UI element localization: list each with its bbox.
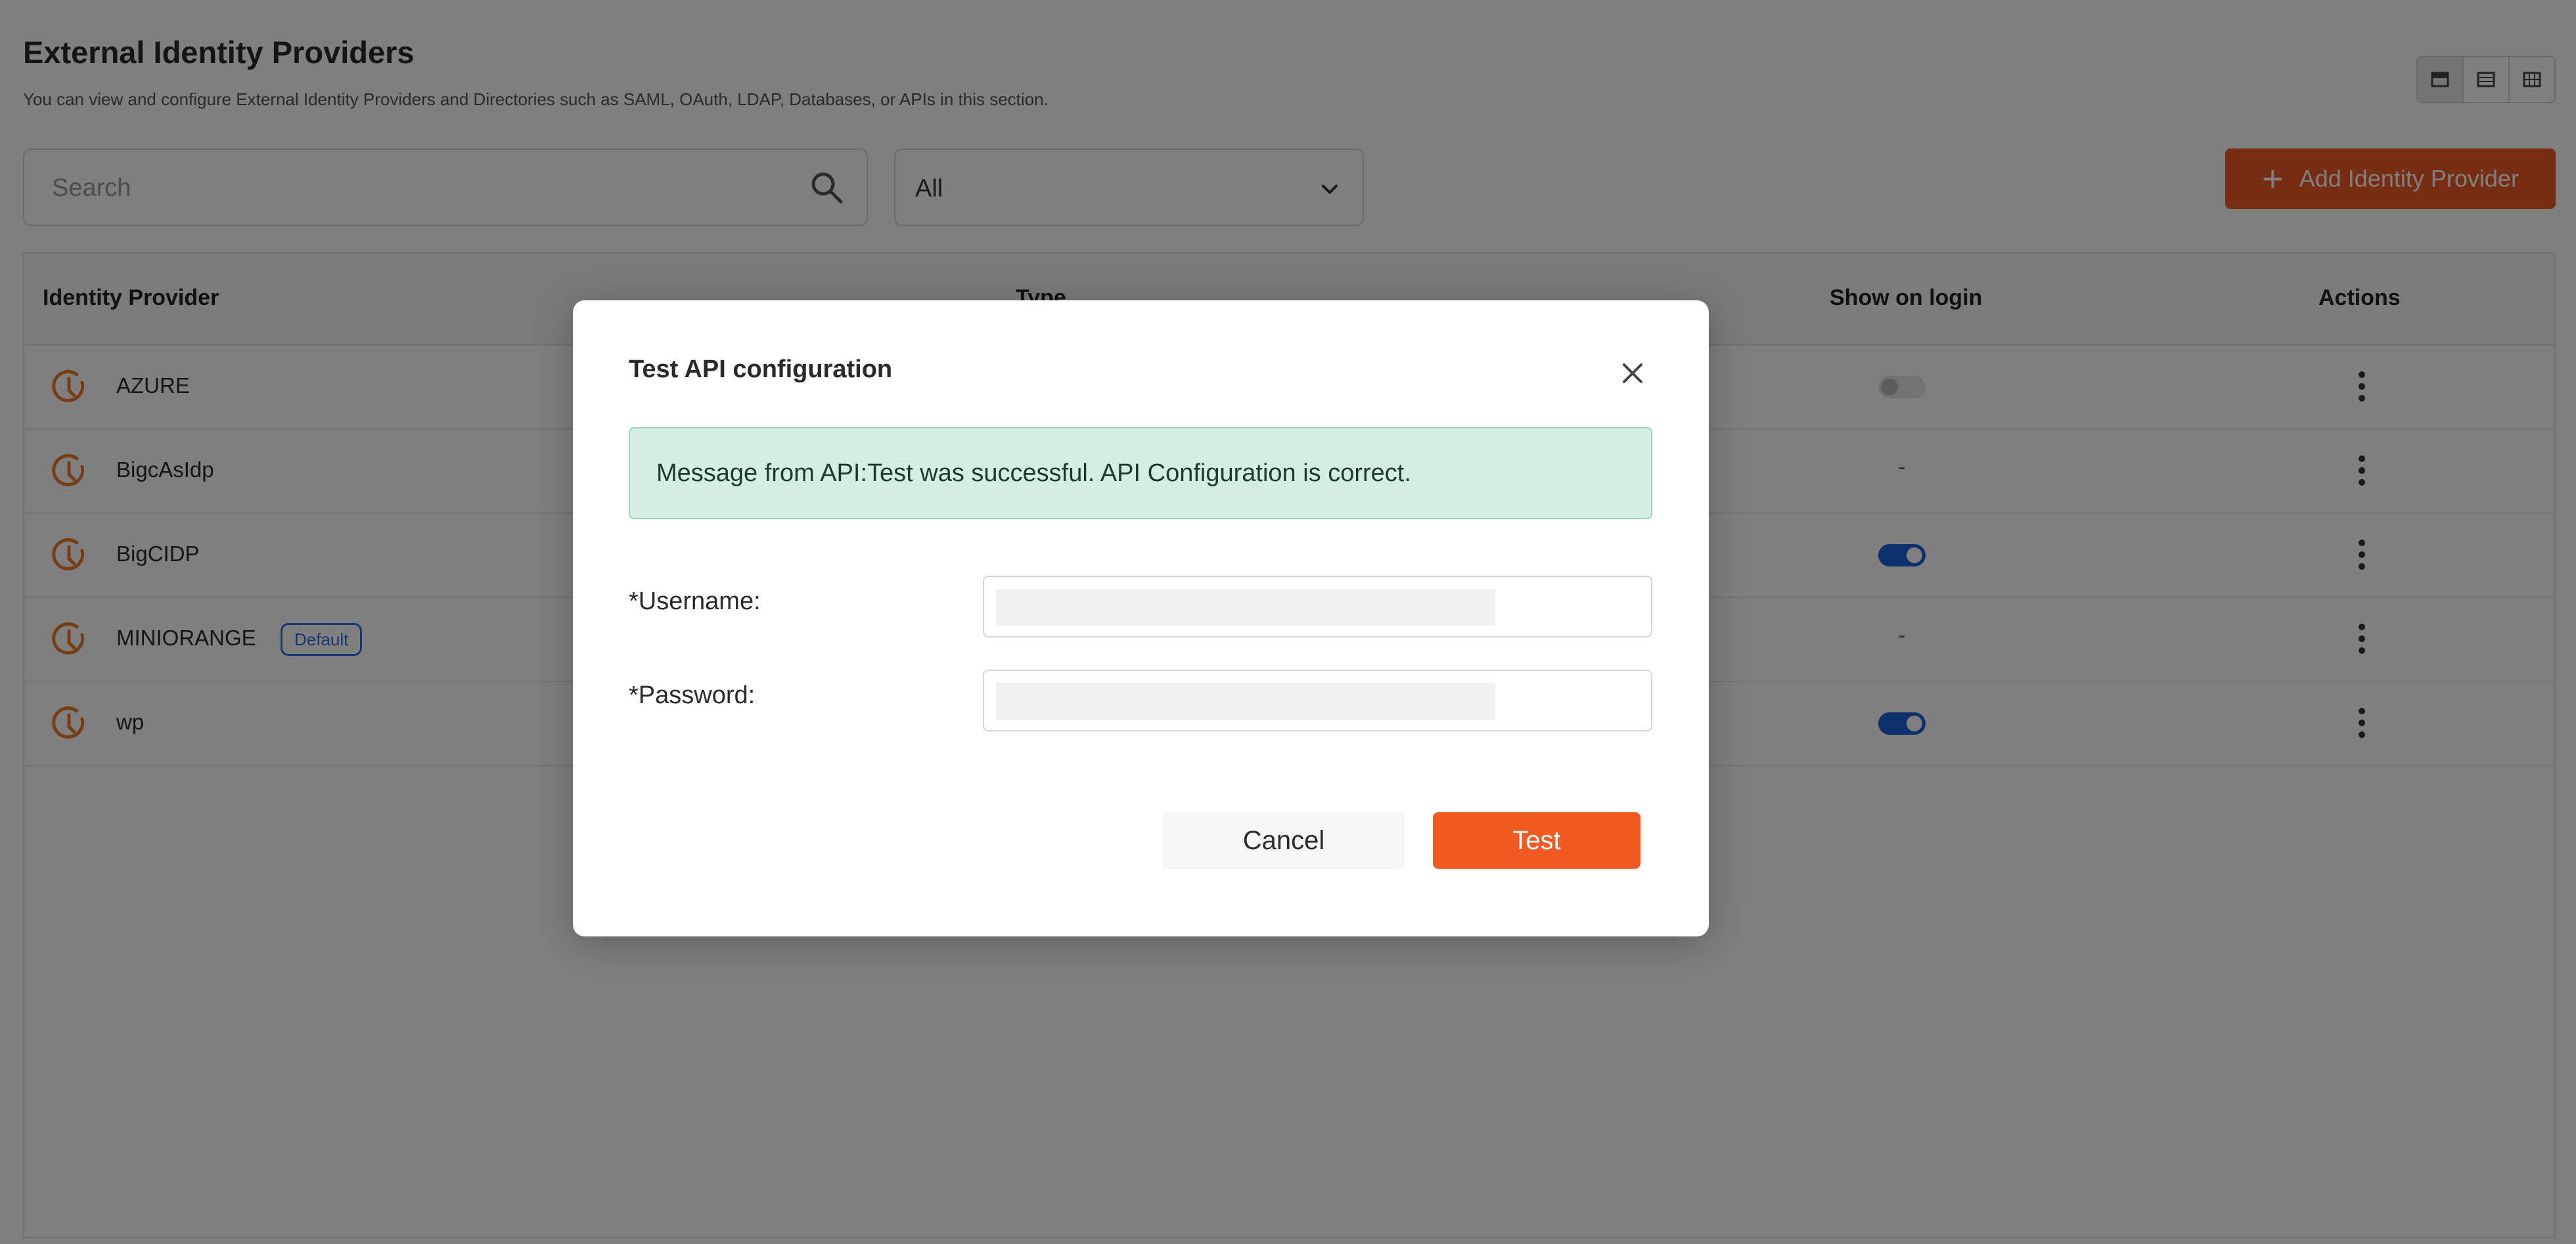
success-alert: Message from API:Test was successful. AP… (629, 427, 1652, 519)
modal-title: Test API configuration (629, 356, 893, 383)
password-field (983, 670, 1652, 731)
test-api-configuration-dialog: Test API configuration Message from API:… (573, 300, 1709, 936)
test-button[interactable]: Test (1433, 812, 1640, 869)
username-field (983, 576, 1652, 637)
username-input[interactable] (996, 589, 1495, 626)
cancel-button[interactable]: Cancel (1163, 812, 1405, 869)
password-input[interactable] (996, 683, 1495, 720)
password-label: *Password: (629, 681, 756, 709)
close-icon[interactable] (1619, 359, 1646, 387)
username-label: *Username: (629, 587, 761, 615)
success-alert-message: Message from API:Test was successful. AP… (656, 459, 1411, 487)
